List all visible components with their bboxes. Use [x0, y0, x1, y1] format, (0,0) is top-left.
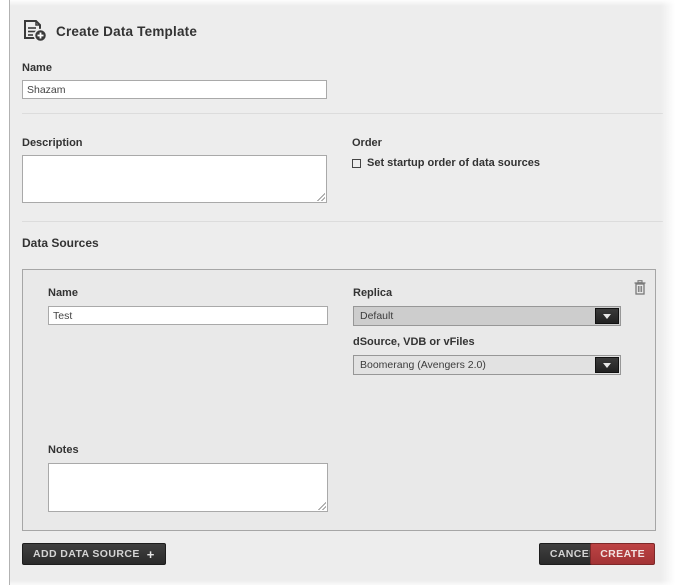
plus-icon: + — [147, 548, 155, 561]
edge-fade — [661, 0, 675, 585]
trash-icon — [634, 280, 646, 295]
dsource-select[interactable]: Boomerang (Avengers 2.0) — [353, 355, 621, 375]
create-data-template-dialog: Create Data Template Name Description Or… — [9, 0, 675, 585]
data-sources-heading: Data Sources — [22, 236, 99, 250]
source-name-input[interactable] — [48, 306, 328, 325]
dsource-dropdown-button[interactable] — [595, 357, 619, 373]
dialog-header: Create Data Template — [22, 19, 197, 43]
page-title: Create Data Template — [56, 24, 197, 39]
startup-order-checkbox[interactable] — [352, 159, 361, 168]
description-textarea-wrap — [22, 155, 327, 203]
data-template-add-icon — [22, 19, 48, 43]
notes-label: Notes — [48, 444, 79, 456]
notes-textarea-wrap — [48, 463, 328, 512]
delete-data-source-button[interactable] — [634, 280, 646, 295]
notes-textarea[interactable] — [48, 463, 328, 512]
divider — [22, 221, 663, 222]
dsource-label: dSource, VDB or vFiles — [353, 336, 475, 348]
startup-order-checkbox-label: Set startup order of data sources — [367, 157, 540, 169]
data-source-card: Name Replica Default dSource, VDB or vFi… — [22, 269, 656, 531]
template-name-label: Name — [22, 62, 52, 74]
divider — [22, 113, 663, 114]
create-button[interactable]: CREATE — [590, 543, 655, 565]
replica-select[interactable]: Default — [353, 306, 621, 326]
add-data-source-label: ADD DATA SOURCE — [33, 548, 140, 560]
description-textarea[interactable] — [22, 155, 327, 203]
replica-label: Replica — [353, 287, 392, 299]
dsource-selected-value: Boomerang (Avengers 2.0) — [354, 359, 595, 371]
add-data-source-button[interactable]: ADD DATA SOURCE + — [22, 543, 166, 565]
edge-fade — [10, 0, 675, 6]
chevron-down-icon — [603, 314, 611, 319]
source-name-label: Name — [48, 287, 78, 299]
template-name-input[interactable] — [22, 80, 327, 99]
chevron-down-icon — [603, 363, 611, 368]
edge-fade — [10, 580, 675, 585]
replica-dropdown-button[interactable] — [595, 308, 619, 324]
description-label: Description — [22, 137, 83, 149]
replica-selected-value: Default — [354, 310, 595, 322]
cancel-label: CANCEL — [550, 548, 596, 560]
create-label: CREATE — [600, 548, 645, 560]
order-label: Order — [352, 137, 382, 149]
startup-order-checkbox-row[interactable]: Set startup order of data sources — [352, 157, 540, 169]
